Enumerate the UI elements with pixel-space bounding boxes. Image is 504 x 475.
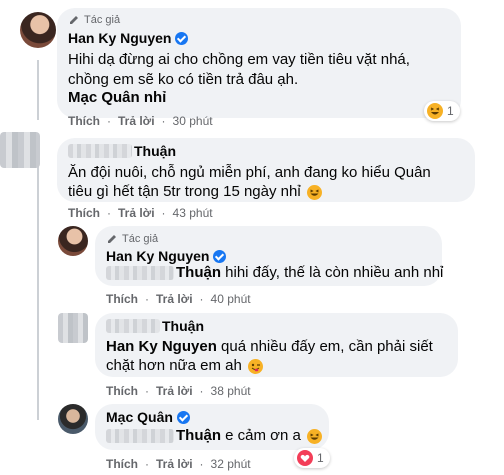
pen-icon [108,235,116,243]
comment-actions: Thích · Trả lời · 32 phút [106,457,251,471]
author-badge-label: Tác giả [84,14,121,26]
comment-actions: Thích · Trả lời · 43 phút [68,206,213,220]
verified-badge-icon [175,31,189,45]
reply-button[interactable]: Trả lời [156,457,193,471]
comment-actions: Thích · Trả lời · 30 phút [68,114,213,128]
comment-text-line: Thuận hihi đấy, thế là còn nhiều anh nhỉ [176,263,443,283]
comment-text: e cảm ơn a [221,427,301,444]
like-button[interactable]: Thích [106,384,138,398]
comment-actions: Thích · Trả lời · 40 phút [106,292,251,306]
redacted-name [106,319,160,333]
avatar[interactable] [58,313,88,343]
laughing-icon [307,428,323,444]
reaction-count: 1 [447,104,454,118]
thread-line [37,60,39,120]
avatar[interactable] [0,132,40,168]
avatar-blur [58,313,88,343]
author-name[interactable]: Han Ky Nguyen [106,248,209,264]
comment-text-line: Han Ky Nguyen quá nhiều đấy em, cần phải… [106,337,433,357]
author-name[interactable]: Thuận [134,143,176,159]
comment-time[interactable]: 40 phút [211,292,251,306]
mention-link[interactable]: Thuận [176,264,221,281]
author-badge: Tác giả [106,233,158,245]
author-badge-label: Tác giả [122,233,159,245]
reply-button[interactable]: Trả lời [156,384,193,398]
comment-text-line: chồng em sẽ ko có tiền trả đâu ạh. [68,71,299,88]
love-icon [297,450,313,466]
comment-text: chặt hơn nữa em ah [106,357,242,374]
comment-text-line: Hihi dạ đừng ai cho chồng em vay tiền ti… [68,51,410,68]
author-name[interactable]: Thuận [162,318,204,334]
avatar[interactable] [58,226,88,256]
comment-text: quá nhiều đấy em, cần phải siết [216,338,433,355]
comment-author: Han Ky Nguyen [68,30,189,46]
comment-author: Thuận [162,318,204,334]
like-button[interactable]: Thích [68,206,100,220]
comment-time[interactable]: 38 phút [211,384,251,398]
reaction-summary[interactable]: 1 [424,101,460,121]
redacted-mention [106,429,174,443]
avatar-blur [0,132,40,168]
author-name[interactable]: Han Ky Nguyen [68,30,171,46]
comment-text-line: tiêu gì hết tận 5tr trong 15 ngày nhỉ [68,182,322,202]
haha-icon [427,103,443,119]
comment-author: Mạc Quân [106,409,190,425]
mention-link[interactable]: Han Ky Nguyen [106,338,217,355]
reply-button[interactable]: Trả lời [118,206,155,220]
comment-text: hihi đấy, thế là còn nhiều anh nhỉ [221,264,444,281]
comment-time[interactable]: 30 phút [173,114,213,128]
comment-author: Thuận [134,143,176,159]
comment-author: Han Ky Nguyen [106,248,227,264]
laughing-icon [306,184,322,200]
comment-time[interactable]: 32 phút [211,457,251,471]
verified-badge-icon [213,249,227,263]
comment-actions: Thích · Trả lời · 38 phút [106,384,251,398]
author-name[interactable]: Mạc Quân [106,409,173,425]
reaction-count: 1 [317,451,324,465]
comment-text: tiêu gì hết tận 5tr trong 15 ngày nhỉ [68,183,301,200]
like-button[interactable]: Thích [68,114,100,128]
avatar[interactable] [58,404,88,434]
avatar[interactable] [20,12,56,48]
reply-button[interactable]: Trả lời [156,292,193,306]
like-button[interactable]: Thích [106,457,138,471]
thread-line [37,160,39,420]
comment-text-line: Ăn đội nuôi, chỗ ngủ miễn phí, anh đang … [68,164,431,181]
comment-time[interactable]: 43 phút [173,206,213,220]
redacted-mention [106,266,174,280]
pen-icon [70,16,78,24]
comment-mention-line[interactable]: Mạc Quân nhỉ [68,88,166,108]
comment-text-line: Thuận e cảm ơn a [176,426,323,446]
reply-button[interactable]: Trả lời [118,114,155,128]
mention-link[interactable]: Thuận [176,427,221,444]
redacted-name [68,144,132,158]
author-badge: Tác giả [68,14,120,26]
verified-badge-icon [176,410,190,424]
like-button[interactable]: Thích [106,292,138,306]
comment-text-line: chặt hơn nữa em ah [106,356,263,376]
winking-tongue-icon [247,358,263,374]
reaction-summary[interactable]: 1 [294,448,330,468]
